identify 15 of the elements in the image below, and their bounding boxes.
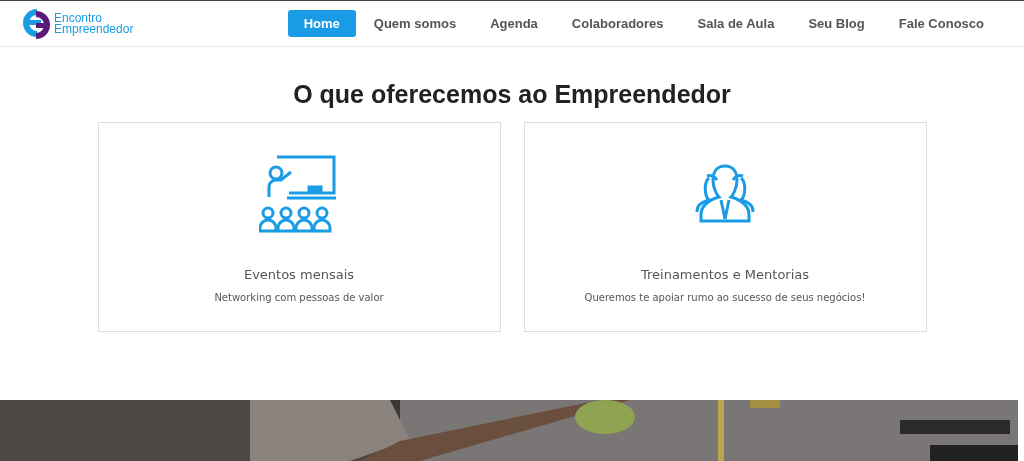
logo-icon bbox=[22, 6, 52, 41]
card-title: Treinamentos e Mentorias bbox=[640, 267, 810, 282]
card-text: Networking com pessoas de valor bbox=[214, 292, 384, 303]
nav-link[interactable]: Quem somos bbox=[357, 10, 473, 37]
nav-link[interactable]: Colaboradores bbox=[555, 10, 680, 37]
nav-link[interactable]: Seu Blog bbox=[792, 10, 881, 37]
logo-text: Empreendedor bbox=[54, 23, 134, 35]
nav-link[interactable]: Fale Conosco bbox=[882, 10, 1000, 37]
section-title: O que oferecemos ao Empreendedor bbox=[293, 80, 731, 109]
card-text: Queremos te apoiar rumo ao sucesso de seus negócios! bbox=[584, 292, 866, 303]
teacher-classroom-icon bbox=[259, 153, 339, 233]
card-title: Eventos mensais bbox=[243, 267, 355, 282]
nav-link[interactable]: Agenda bbox=[474, 10, 554, 37]
logo-text: Encontro bbox=[54, 12, 103, 24]
nav-link[interactable]: Sala de Aula bbox=[681, 10, 791, 37]
